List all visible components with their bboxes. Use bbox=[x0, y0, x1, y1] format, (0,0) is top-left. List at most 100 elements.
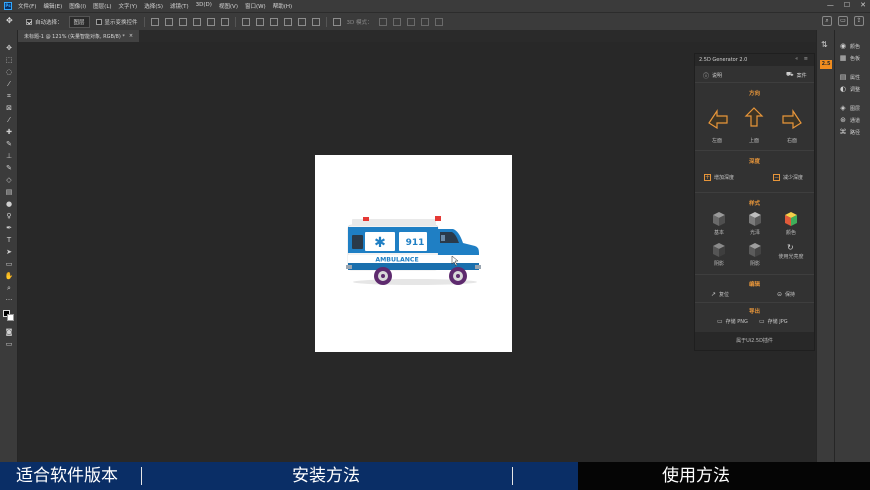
keep-button[interactable]: ⊝ 保持 bbox=[777, 291, 795, 298]
gradient-tool-icon[interactable]: ▤ bbox=[4, 188, 14, 196]
increase-depth-button[interactable]: + 增加深度 bbox=[704, 174, 734, 181]
share-icon[interactable]: ⇪ bbox=[854, 16, 864, 26]
pen-tool-icon[interactable]: ✒ bbox=[4, 224, 14, 232]
maximize-button[interactable]: ☐ bbox=[844, 1, 850, 9]
generator-panel-badge[interactable]: 2.5 bbox=[820, 60, 832, 69]
channels-panel-tab[interactable]: ⊛ 通道 bbox=[839, 116, 860, 124]
align-right-icon[interactable] bbox=[220, 17, 229, 26]
menu-image[interactable]: 图像(I) bbox=[69, 2, 86, 10]
properties-panel-tab[interactable]: ▤ 属性 bbox=[839, 73, 860, 81]
align-bottom-icon[interactable] bbox=[178, 17, 187, 26]
menu-3d[interactable]: 3D(D) bbox=[196, 2, 212, 10]
gloss-style-cube-icon[interactable] bbox=[748, 211, 762, 227]
3d-roll-icon[interactable] bbox=[392, 17, 401, 26]
distribute-right-icon[interactable] bbox=[311, 17, 320, 26]
menu-view[interactable]: 视图(V) bbox=[219, 2, 238, 10]
shadow-style-cube-icon[interactable] bbox=[712, 242, 726, 258]
swatches-panel-tab[interactable]: ▦ 色板 bbox=[839, 54, 860, 62]
distribute-top-icon[interactable] bbox=[241, 17, 250, 26]
align-middle-icon[interactable] bbox=[164, 17, 173, 26]
align-center-icon[interactable] bbox=[206, 17, 215, 26]
menu-select[interactable]: 选择(S) bbox=[144, 2, 163, 10]
close-button[interactable]: ✕ bbox=[860, 1, 866, 9]
basic-style-cube-icon[interactable] bbox=[712, 211, 726, 227]
menu-filter[interactable]: 滤镜(T) bbox=[170, 2, 189, 10]
path-selection-icon[interactable]: ➤ bbox=[4, 248, 14, 256]
shadow-style-2-label[interactable]: 阴影 bbox=[740, 260, 770, 267]
3d-pan-icon[interactable] bbox=[406, 17, 415, 26]
color-style-label[interactable]: 颜色 bbox=[776, 229, 806, 236]
color-style-cube-icon[interactable] bbox=[784, 211, 798, 227]
color-panel-tab[interactable]: ◉ 颜色 bbox=[839, 42, 860, 50]
hand-tool-icon[interactable]: ✋ bbox=[4, 272, 14, 280]
right-arrow-icon[interactable] bbox=[781, 109, 803, 129]
auto-select-target-dropdown[interactable]: 图层 bbox=[68, 15, 90, 28]
paths-panel-tab[interactable]: ⌘ 路径 bbox=[839, 128, 861, 136]
show-transform-checkbox[interactable] bbox=[95, 18, 102, 25]
auto-select-checkbox[interactable] bbox=[26, 18, 32, 25]
banner-software-version[interactable]: 适合软件版本 bbox=[16, 462, 118, 490]
zoom-tool-icon[interactable]: ⌕ bbox=[4, 284, 14, 292]
save-jpg-button[interactable]: ▭ 存储 JPG bbox=[759, 318, 788, 325]
up-arrow-icon[interactable] bbox=[744, 106, 764, 128]
screen-mode-icon[interactable]: ▭ bbox=[4, 340, 14, 348]
document-tab[interactable]: 未标题-1 @ 121% (矢量智能对象, RGB/8) * × bbox=[18, 30, 140, 42]
workspace-icon[interactable]: ▭ bbox=[838, 16, 848, 26]
gloss-style-label[interactable]: 光泽 bbox=[740, 229, 770, 236]
menu-edit[interactable]: 编辑(E) bbox=[43, 2, 62, 10]
adjustments-panel-tab[interactable]: ◐ 调整 bbox=[839, 85, 860, 93]
use-brightness-label[interactable]: 使用光亮度 bbox=[776, 254, 806, 260]
decrease-depth-button[interactable]: − 减少深度 bbox=[773, 174, 803, 181]
magic-wand-icon[interactable]: ⁄ bbox=[4, 80, 14, 88]
menu-layer[interactable]: 图层(L) bbox=[93, 2, 111, 10]
search-icon[interactable]: ⌕ bbox=[822, 16, 832, 26]
reset-button[interactable]: ↗ 复位 bbox=[711, 291, 729, 298]
refresh-icon[interactable]: ↻ bbox=[787, 243, 794, 252]
left-face-button-label[interactable]: 左面 bbox=[702, 137, 732, 144]
shadow-style-2-cube-icon[interactable] bbox=[748, 242, 762, 258]
panel-collapse-icon[interactable]: « ≡ bbox=[795, 56, 810, 62]
align-top-icon[interactable] bbox=[150, 17, 159, 26]
layers-panel-tab[interactable]: ◈ 图层 bbox=[839, 104, 860, 112]
auto-select-option[interactable]: 自动选择： bbox=[26, 18, 63, 26]
basic-style-label[interactable]: 基本 bbox=[704, 229, 734, 236]
eyedropper-icon[interactable]: ⁄ bbox=[4, 116, 14, 124]
frame-tool-icon[interactable]: ⊠ bbox=[4, 104, 14, 112]
help-link[interactable]: ⓘ 说明 bbox=[703, 71, 722, 80]
rectangle-tool-icon[interactable]: ▭ bbox=[4, 260, 14, 268]
right-face-button-label[interactable]: 右面 bbox=[777, 137, 807, 144]
move-tool-icon[interactable]: ✥ bbox=[6, 17, 14, 25]
brush-tool-icon[interactable]: ✎ bbox=[4, 140, 14, 148]
shop-link[interactable]: ⛟ 案件 bbox=[786, 71, 807, 79]
menu-type[interactable]: 文字(Y) bbox=[119, 2, 138, 10]
history-icon[interactable]: ⇅ bbox=[821, 40, 828, 49]
left-arrow-icon[interactable] bbox=[707, 109, 729, 129]
more-tools-icon[interactable]: ··· bbox=[4, 296, 14, 304]
healing-brush-icon[interactable]: ✚ bbox=[4, 128, 14, 136]
history-brush-icon[interactable]: ✎ bbox=[4, 164, 14, 172]
banner-install-method[interactable]: 安装方法 bbox=[292, 462, 360, 490]
banner-usage-method[interactable]: 使用方法 bbox=[662, 462, 730, 490]
distribute-left-icon[interactable] bbox=[283, 17, 292, 26]
quick-mask-icon[interactable]: ◙ bbox=[4, 328, 14, 336]
crop-tool-icon[interactable]: ⌗ bbox=[4, 92, 14, 100]
menu-window[interactable]: 窗口(W) bbox=[245, 2, 266, 10]
menu-help[interactable]: 帮助(H) bbox=[273, 2, 292, 10]
save-png-button[interactable]: ▭ 存储 PNG bbox=[717, 318, 748, 325]
lasso-tool-icon[interactable]: ◌ bbox=[4, 68, 14, 76]
tab-close-icon[interactable]: × bbox=[129, 33, 133, 39]
background-color-swatch[interactable] bbox=[7, 314, 14, 321]
top-face-button-label[interactable]: 上面 bbox=[739, 137, 769, 144]
menu-file[interactable]: 文件(F) bbox=[18, 2, 36, 10]
marquee-tool-icon[interactable]: ⬚ bbox=[4, 56, 14, 64]
3d-slide-icon[interactable] bbox=[420, 17, 429, 26]
3d-scale-icon[interactable] bbox=[434, 17, 443, 26]
blur-tool-icon[interactable]: ● bbox=[4, 200, 14, 208]
auto-align-icon[interactable] bbox=[332, 17, 341, 26]
document-canvas[interactable]: ✱ 911 AMBULANCE bbox=[315, 155, 512, 352]
minimize-button[interactable]: — bbox=[827, 1, 834, 9]
shadow-style-label[interactable]: 阴影 bbox=[704, 260, 734, 267]
type-tool-icon[interactable]: T bbox=[4, 236, 14, 244]
clone-stamp-icon[interactable]: ⊥ bbox=[4, 152, 14, 160]
align-left-icon[interactable] bbox=[192, 17, 201, 26]
